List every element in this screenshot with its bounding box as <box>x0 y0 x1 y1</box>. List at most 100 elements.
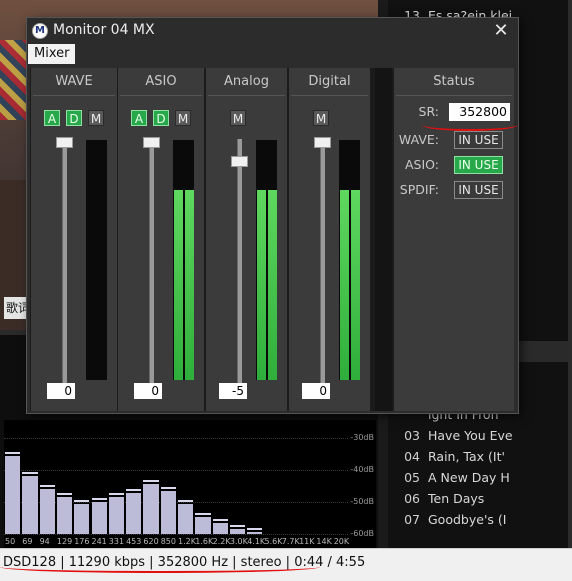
status-label: SPDIF: <box>399 182 439 197</box>
spectrum-peak-cap <box>247 527 263 530</box>
playlist-item-title: Ten Days <box>428 491 485 506</box>
spectrum-gridline <box>4 438 348 439</box>
volume-fader-track[interactable] <box>237 139 242 384</box>
channel-strip-asio: ASIO A D M 0 <box>118 68 204 411</box>
spectrum-gridline <box>4 470 348 471</box>
spectrum-peak-cap <box>39 484 55 487</box>
spectrum-freq-label: 129 <box>56 537 73 546</box>
toggle-m-button[interactable]: M <box>175 110 191 126</box>
toggle-m-button[interactable]: M <box>88 110 104 126</box>
volume-fader-track[interactable] <box>320 139 325 384</box>
playlist-item[interactable]: 04 Rain, Tax (It' <box>388 446 572 467</box>
volume-fader-knob[interactable] <box>314 137 331 148</box>
spectrum-freq-label: 14K <box>316 537 332 546</box>
playlist-item-title: A New Day H <box>428 470 510 485</box>
spectrum-freq-label: 241 <box>91 537 107 546</box>
spectrum-peak-cap <box>143 480 159 483</box>
channel-name: Digital <box>308 74 351 89</box>
dialog-titlebar[interactable]: Monitor 04 MX ✕ <box>27 18 518 44</box>
spectrum-freq-label: 50 <box>5 537 16 546</box>
spectrum-peak-cap <box>108 493 125 496</box>
spectrum-freq-label: 5.6K <box>264 537 283 546</box>
volume-fader-knob[interactable] <box>231 156 248 167</box>
spectrum-freq-label: 20K <box>333 537 350 546</box>
level-meter <box>173 140 194 380</box>
spectrum-freq-label: 850 <box>160 537 176 546</box>
toggle-d-button[interactable]: D <box>153 110 169 126</box>
spectrum-bar <box>108 497 125 534</box>
level-meter <box>339 140 360 380</box>
spectrum-bar <box>195 516 211 534</box>
spectrum-db-label: -30dB <box>350 433 374 442</box>
playlist-item[interactable]: 06 Ten Days <box>388 488 572 509</box>
volume-fader-track[interactable] <box>62 139 67 384</box>
app-logo-icon <box>32 23 48 39</box>
spectrum-freq-label: 4.1K <box>247 537 266 546</box>
toggle-m-button[interactable]: M <box>313 110 329 126</box>
spectrum-bar <box>5 456 21 534</box>
spectrum-bar <box>22 475 38 534</box>
gain-value-field[interactable]: 0 <box>302 383 330 399</box>
status-panel: Status SR: 352800 WAVE: IN USE ASIO: IN USE… <box>394 68 518 411</box>
channel-strip-digital: Digital M 0 <box>289 68 370 411</box>
spectrum-freq-label: 94 <box>39 537 50 546</box>
volume-fader-knob[interactable] <box>143 137 160 148</box>
playlist-item-number: 06 <box>404 491 420 506</box>
spectrum-peak-cap <box>229 524 246 527</box>
spectrum-peak-cap <box>91 497 107 500</box>
playlist-item[interactable]: 03 Have You Eve <box>388 425 572 446</box>
playlist-item[interactable]: 05 A New Day H <box>388 467 572 488</box>
level-meter <box>86 140 107 380</box>
level-meter-bar <box>174 190 183 380</box>
spectrum-db-label: -40dB <box>350 465 374 474</box>
spectrum-bar <box>212 523 228 534</box>
spectrum-freq-label: 11K <box>299 537 315 546</box>
playlist-item[interactable]: 07 Goodbye's (I <box>388 509 572 530</box>
channel-strip-wave: WAVE A D M 0 <box>31 68 117 411</box>
playlist-scrollbar[interactable] <box>568 0 572 548</box>
spectrum-freq-label: 3.0K <box>229 537 248 546</box>
channel-strip-analog: Analog M -5 <box>206 68 287 411</box>
toggle-a-button[interactable]: A <box>44 110 60 126</box>
channel-heading-divider <box>33 95 115 96</box>
playlist-item-number: 05 <box>404 470 420 485</box>
toggle-d-button[interactable]: D <box>66 110 82 126</box>
playlist-item-number: 04 <box>404 449 420 464</box>
tab-bar: Mixer <box>27 44 518 65</box>
spectrum-freq-label: 69 <box>22 537 33 546</box>
volume-fader-track[interactable] <box>149 139 154 384</box>
gain-value-field[interactable]: 0 <box>47 383 75 399</box>
gain-value-field[interactable]: -5 <box>219 383 247 399</box>
volume-fader-knob[interactable] <box>56 137 73 148</box>
channel-name: Analog <box>224 74 269 89</box>
spectrum-freq-label: 331 <box>108 537 125 546</box>
level-meter-bar <box>185 190 194 380</box>
red-underline-annotation <box>0 561 320 573</box>
spectrum-peak-cap <box>195 512 211 515</box>
spectrum-freq-label: 1.6K <box>195 537 214 546</box>
spectrum-freq-label: 453 <box>126 537 142 546</box>
spectrum-peak-cap <box>160 486 176 489</box>
channel-name: WAVE <box>55 74 93 89</box>
spectrum-peak-cap <box>212 519 228 522</box>
close-button[interactable]: ✕ <box>490 20 512 42</box>
spectrum-analyzer: -30dB -40dB -50dB -60dB 50 69 94 129 176 241 331 45… <box>4 420 376 548</box>
spectrum-bar <box>160 490 176 534</box>
playlist-item-title: Goodbye's (I <box>428 512 507 527</box>
toggle-a-button[interactable]: A <box>131 110 147 126</box>
mixer-panel: WAVE A D M 0 ASIO A D M 0 Analog M -5 Digital M 0 Statu… <box>30 68 518 411</box>
level-meter-bar <box>340 190 349 380</box>
level-meter-bar <box>257 190 266 380</box>
tab-mixer[interactable]: Mixer <box>28 44 76 64</box>
spectrum-peak-cap <box>126 488 142 491</box>
gain-value-field[interactable]: 0 <box>134 383 162 399</box>
spectrum-peak-cap <box>5 452 21 455</box>
spectrum-peak-cap <box>56 493 73 496</box>
level-meter-bar <box>351 190 360 380</box>
spectrum-freq-label: 7.7K <box>281 537 300 546</box>
spectrum-bar <box>229 528 246 534</box>
playlist-item-title: Rain, Tax (It' <box>428 449 505 464</box>
spectrum-gridline <box>4 534 348 535</box>
channel-heading-divider <box>208 95 285 96</box>
toggle-m-button[interactable]: M <box>230 110 246 126</box>
